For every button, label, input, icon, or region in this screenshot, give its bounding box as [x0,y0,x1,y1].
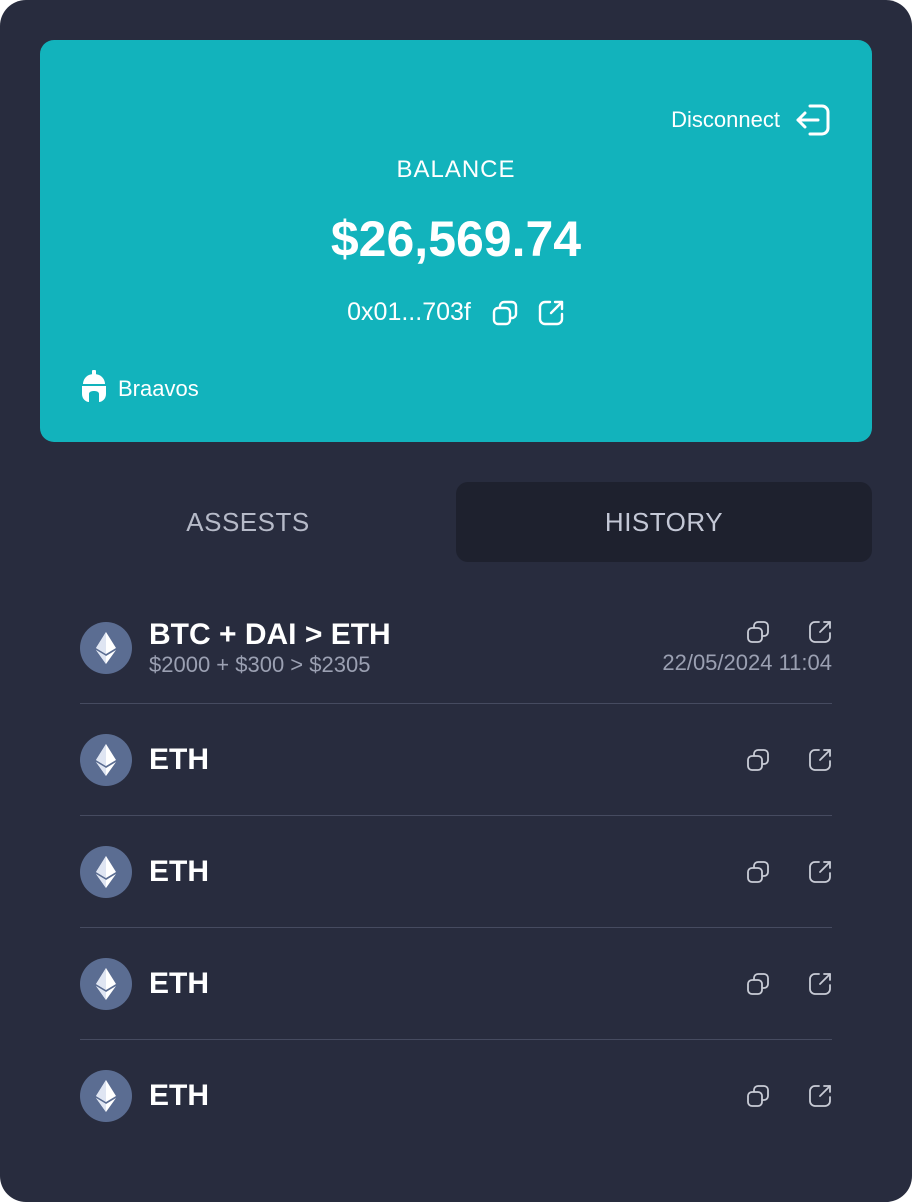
transaction-date: 22/05/2024 11:04 [662,649,832,675]
logout-icon [794,102,832,138]
history-list: BTC + DAI > ETH $2000 + $300 > $2305 22/… [80,592,832,1151]
braavos-logo-icon [80,370,108,408]
list-item[interactable]: ETH [80,816,832,928]
ethereum-icon [80,1069,132,1122]
list-item[interactable]: ETH [80,704,832,816]
copy-icon[interactable] [746,1084,770,1108]
balance-label: BALANCE [396,156,516,183]
ethereum-icon [80,621,132,674]
wallet-address: 0x01...703f [347,298,471,326]
address-row: 0x01...703f [40,298,872,327]
list-item[interactable]: ETH [80,928,832,1040]
external-link-icon[interactable] [808,972,832,996]
tab-assets[interactable]: ASSESTS [40,482,456,562]
transaction-title: ETH [149,966,209,1000]
list-item[interactable]: ETH [80,1040,832,1151]
disconnect-button[interactable]: Disconnect [671,102,832,138]
ethereum-icon [80,845,132,898]
external-link-icon[interactable] [808,748,832,772]
ethereum-icon [80,957,132,1010]
external-link-icon[interactable] [537,299,565,327]
ethereum-icon [80,733,132,786]
transaction-title: BTC + DAI > ETH [149,617,391,651]
external-link-icon[interactable] [808,1084,832,1108]
transaction-title: ETH [149,742,209,776]
transaction-title: ETH [149,1078,209,1112]
transaction-title: ETH [149,854,209,888]
balance-card: Disconnect BALANCE $26,569.74 0x01...703… [40,40,872,442]
tab-history[interactable]: HISTORY [456,482,872,562]
brand-name: Braavos [118,376,199,401]
copy-icon[interactable] [746,748,770,772]
tab-bar: ASSESTS HISTORY [40,482,872,562]
balance-value: $26,569.74 [330,211,582,267]
copy-icon[interactable] [491,299,519,327]
transaction-amounts: $2000 + $300 > $2305 [149,651,371,677]
copy-icon[interactable] [746,860,770,884]
copy-icon[interactable] [746,620,770,644]
list-item[interactable]: BTC + DAI > ETH $2000 + $300 > $2305 22/… [80,592,832,704]
external-link-icon[interactable] [808,620,832,644]
copy-icon[interactable] [746,972,770,996]
wallet-brand: Braavos [80,370,199,408]
external-link-icon[interactable] [808,860,832,884]
disconnect-label: Disconnect [671,107,780,132]
wallet-panel: Disconnect BALANCE $26,569.74 0x01...703… [0,0,912,1202]
